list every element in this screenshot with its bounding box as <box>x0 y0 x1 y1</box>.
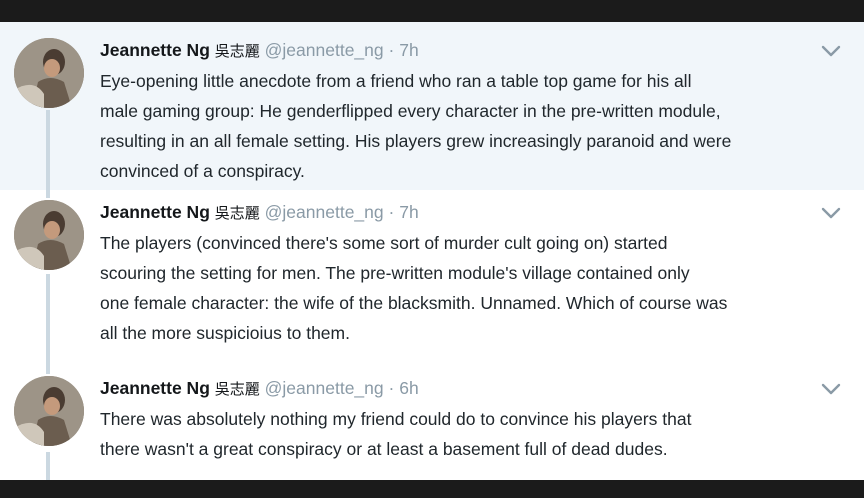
tweet-text-line: resulting in an all female setting. His … <box>100 131 732 151</box>
author-name[interactable]: Jeannette Ng <box>100 40 210 60</box>
thread-line <box>46 190 50 198</box>
tweet-time[interactable]: 7h <box>399 40 418 60</box>
tweet-text-line: scouring the setting for men. The pre-wr… <box>100 263 690 283</box>
author-handle[interactable]: @jeannette_ng <box>265 202 384 222</box>
meta-separator: · <box>388 40 395 60</box>
author-cjk-name[interactable]: 吳志麗 <box>215 42 260 60</box>
avatar[interactable] <box>14 376 84 446</box>
top-dark-bar <box>0 0 864 22</box>
thread-line <box>46 274 50 360</box>
tweet-text-line: The players (convinced there's some sort… <box>100 233 668 253</box>
thread-line <box>46 452 50 480</box>
tweet-text: The players (convinced there's some sort… <box>100 228 852 348</box>
tweet-header: Jeannette Ng 吳志麗 @jeannette_ng · 7h <box>100 202 419 223</box>
avatar-photo <box>14 376 84 446</box>
tweet-header: Jeannette Ng 吳志麗 @jeannette_ng · 7h <box>100 40 419 61</box>
author-cjk-name[interactable]: 吳志麗 <box>215 204 260 222</box>
tweet-time[interactable]: 7h <box>399 202 418 222</box>
chevron-down-icon[interactable] <box>820 382 842 396</box>
tweet[interactable]: Jeannette Ng 吳志麗 @jeannette_ng · 7h The … <box>0 190 864 360</box>
author-name[interactable]: Jeannette Ng <box>100 378 210 398</box>
thread-line <box>46 110 50 190</box>
tweet-text-line: one female character: the wife of the bl… <box>100 293 728 313</box>
tweet-header: Jeannette Ng 吳志麗 @jeannette_ng · 6h <box>100 378 419 399</box>
meta-separator: · <box>388 202 395 222</box>
tweet-thread: Jeannette Ng 吳志麗 @jeannette_ng · 7h Eye-… <box>0 22 864 480</box>
meta-separator: · <box>388 378 395 398</box>
avatar[interactable] <box>14 38 84 108</box>
tweet-text-line: all the more suspicioius to them. <box>100 323 350 343</box>
tweet[interactable]: Jeannette Ng 吳志麗 @jeannette_ng · 6h Ther… <box>0 360 864 480</box>
tweet-text: There was absolutely nothing my friend c… <box>100 404 852 464</box>
tweet-text-line: Eye-opening little anecdote from a frien… <box>100 71 692 91</box>
tweet-text-line: there wasn't a great conspiracy or at le… <box>100 439 668 459</box>
avatar-photo <box>14 38 84 108</box>
avatar[interactable] <box>14 200 84 270</box>
tweet[interactable]: Jeannette Ng 吳志麗 @jeannette_ng · 7h Eye-… <box>0 22 864 190</box>
tweet-text: Eye-opening little anecdote from a frien… <box>100 66 852 186</box>
tweet-text-line: There was absolutely nothing my friend c… <box>100 409 692 429</box>
avatar-photo <box>14 200 84 270</box>
author-handle[interactable]: @jeannette_ng <box>265 40 384 60</box>
chevron-down-icon[interactable] <box>820 206 842 220</box>
tweet-text-line: convinced of a conspiracy. <box>100 161 305 181</box>
tweet-time[interactable]: 6h <box>399 378 418 398</box>
tweet-text-line: male gaming group: He genderflipped ever… <box>100 101 721 121</box>
author-cjk-name[interactable]: 吳志麗 <box>215 380 260 398</box>
author-name[interactable]: Jeannette Ng <box>100 202 210 222</box>
thread-line <box>46 360 50 374</box>
author-handle[interactable]: @jeannette_ng <box>265 378 384 398</box>
chevron-down-icon[interactable] <box>820 44 842 58</box>
bottom-dark-bar <box>0 480 864 498</box>
